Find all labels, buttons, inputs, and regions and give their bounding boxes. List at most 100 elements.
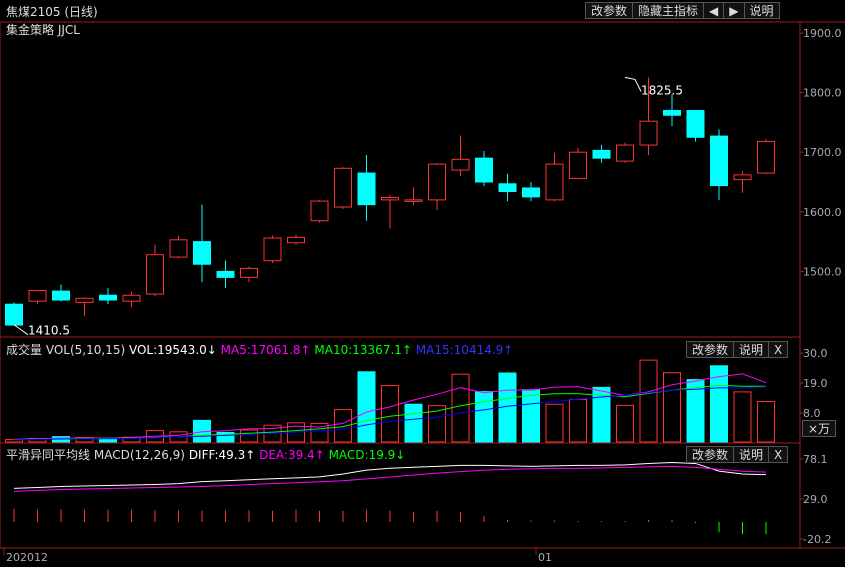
macd-tick-label: 29.0 bbox=[803, 493, 828, 506]
candle-body bbox=[287, 236, 305, 244]
volume-bar bbox=[710, 365, 728, 443]
volume-bar bbox=[522, 389, 540, 443]
candle-body bbox=[240, 267, 258, 278]
vol-tick-label: 30.0 bbox=[803, 347, 828, 360]
vol-value: VOL:19543.0↓ bbox=[128, 343, 217, 357]
vol-ma15: MA15:10414.9↑ bbox=[415, 343, 514, 357]
candle-body bbox=[686, 109, 705, 138]
vol-close-icon[interactable]: X bbox=[768, 341, 789, 358]
candle-body bbox=[545, 163, 564, 201]
price-tick-label: 1600.0 bbox=[803, 206, 842, 219]
vol-unit-toggle[interactable]: ×万 bbox=[802, 420, 837, 437]
candle-body bbox=[428, 163, 446, 201]
dea-line bbox=[13, 465, 767, 492]
date-axis-labels: 202012 01 bbox=[3, 548, 552, 564]
candle-body bbox=[639, 120, 658, 146]
volume-bar bbox=[639, 359, 658, 443]
high-annotation: 1825.5 bbox=[641, 83, 683, 97]
volume-bar bbox=[733, 391, 752, 443]
main-toolbar: 改参数 隐藏主指标 ◀ ▶ 说明 bbox=[585, 2, 780, 19]
candle-body bbox=[569, 151, 587, 179]
chart-canvas: 1410.5 1825.5 1900.0 1800.0 1700.0 1600.0 150… bbox=[0, 21, 845, 564]
date-label: 01 bbox=[538, 551, 552, 564]
volume-bar bbox=[569, 398, 587, 443]
vol-tick-label: 8.0 bbox=[803, 407, 821, 420]
date-label: 202012 bbox=[6, 551, 48, 564]
candle-body bbox=[404, 199, 423, 202]
chart-title: 焦煤2105 (日线) bbox=[6, 5, 98, 19]
volume-bar bbox=[475, 391, 493, 443]
volume-bar bbox=[663, 372, 681, 443]
params-button[interactable]: 改参数 bbox=[585, 2, 634, 19]
candle-body bbox=[616, 144, 634, 162]
vol-spec: VOL(5,10,15) bbox=[45, 343, 126, 357]
macd-name: 平滑异同平均线 bbox=[6, 448, 91, 462]
macd-params-button[interactable]: 改参数 bbox=[686, 446, 735, 463]
candle-body bbox=[757, 140, 775, 174]
macd-close-icon[interactable]: X bbox=[768, 446, 789, 463]
candle-body bbox=[451, 158, 470, 171]
strategy-label: 集金策略 JJCL bbox=[6, 23, 80, 37]
macd-help-button[interactable]: 说明 bbox=[733, 446, 770, 463]
candle-body bbox=[216, 270, 235, 278]
macd-tick-label: 78.1 bbox=[803, 453, 828, 466]
vol-help-button[interactable]: 说明 bbox=[733, 341, 770, 358]
macd-value: MACD:19.9↓ bbox=[328, 448, 406, 462]
vol-toolbar: 改参数 说明 X bbox=[686, 341, 789, 358]
candle-body bbox=[263, 237, 282, 262]
annotation-leader bbox=[624, 76, 642, 92]
candle-body bbox=[99, 294, 117, 301]
help-button[interactable]: 说明 bbox=[743, 2, 780, 19]
candle-body bbox=[169, 239, 188, 258]
hide-indicator-button[interactable]: 隐藏主指标 bbox=[632, 2, 705, 19]
candle-body bbox=[733, 174, 752, 181]
left-arrow-icon[interactable]: ◀ bbox=[703, 2, 725, 19]
macd-toolbar: 改参数 说明 X bbox=[686, 446, 789, 463]
volume-axis-labels: 30.0 19.0 8.0 bbox=[800, 347, 828, 420]
candle-body bbox=[710, 135, 728, 187]
candlestick-series: 1410.5 1825.5 bbox=[5, 76, 775, 338]
price-tick-label: 1800.0 bbox=[803, 87, 842, 100]
volume-bar bbox=[334, 409, 352, 443]
volume-bar bbox=[545, 403, 564, 443]
volume-series bbox=[5, 359, 775, 443]
candle-body bbox=[475, 157, 493, 183]
macd-dea: DEA:39.4↑ bbox=[259, 448, 325, 462]
price-tick-label: 1500.0 bbox=[803, 265, 842, 278]
candle-body bbox=[52, 290, 70, 301]
macd-diff: DIFF:49.3↑ bbox=[188, 448, 256, 462]
price-tick-label: 1900.0 bbox=[803, 27, 842, 40]
macd-axis-labels: 78.1 29.0 -20.2 bbox=[800, 453, 831, 546]
volume-bar bbox=[381, 385, 399, 443]
volume-bar bbox=[240, 429, 258, 443]
vol-ma5: MA5:17061.8↑ bbox=[220, 343, 311, 357]
volume-bar bbox=[616, 404, 634, 443]
macd-tick-label: -20.2 bbox=[803, 533, 831, 546]
candle-body bbox=[75, 297, 94, 303]
candle-body bbox=[357, 172, 376, 206]
volume-bar bbox=[357, 371, 376, 443]
price-axis-labels: 1900.0 1800.0 1700.0 1600.0 1500.0 bbox=[800, 27, 842, 278]
price-tick-label: 1700.0 bbox=[803, 146, 842, 159]
low-annotation: 1410.5 bbox=[28, 324, 70, 338]
volume-bar bbox=[757, 401, 775, 443]
macd-series bbox=[13, 461, 767, 535]
vol-params-button[interactable]: 改参数 bbox=[686, 341, 735, 358]
macd-spec: MACD(12,26,9) bbox=[93, 448, 185, 462]
vol-ma10: MA10:13367.1↑ bbox=[314, 343, 412, 357]
candle-body bbox=[592, 149, 611, 159]
candle-body bbox=[146, 254, 164, 295]
vol-name: 成交量 bbox=[6, 343, 43, 357]
candle-body bbox=[381, 196, 399, 201]
annotation-leader bbox=[13, 324, 29, 336]
candle-body bbox=[193, 241, 211, 265]
candle-body bbox=[522, 187, 540, 198]
candle-body bbox=[498, 183, 517, 193]
macd-header: 平滑异同平均线 MACD(12,26,9) DIFF:49.3↑ DEA:39.… bbox=[6, 446, 405, 463]
candle-body bbox=[28, 289, 47, 302]
vol-tick-label: 19.0 bbox=[803, 377, 828, 390]
right-arrow-icon[interactable]: ▶ bbox=[723, 2, 745, 19]
candle-body bbox=[310, 200, 329, 222]
candle-body bbox=[334, 167, 352, 208]
candle-body bbox=[5, 303, 23, 326]
